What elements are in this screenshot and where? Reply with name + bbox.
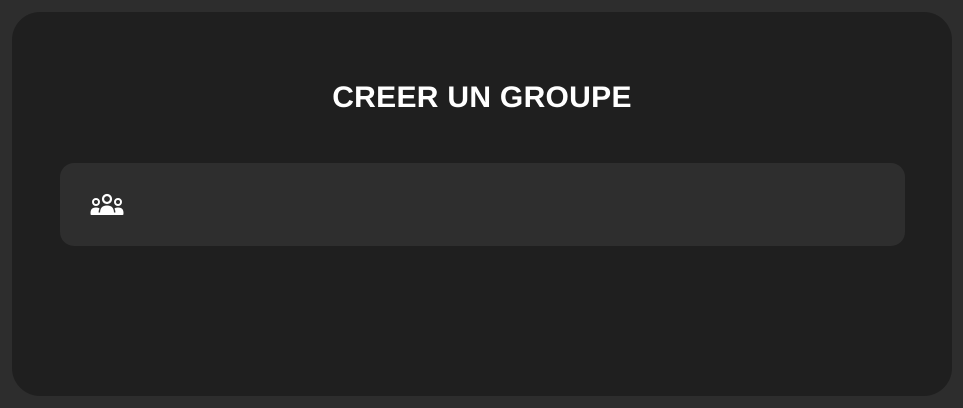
- group-icon: [90, 193, 124, 217]
- group-name-input[interactable]: [124, 163, 905, 246]
- create-group-dialog: CREER UN GROUPE: [12, 12, 952, 396]
- dialog-title: CREER UN GROUPE: [332, 81, 632, 114]
- group-name-field[interactable]: [60, 163, 905, 246]
